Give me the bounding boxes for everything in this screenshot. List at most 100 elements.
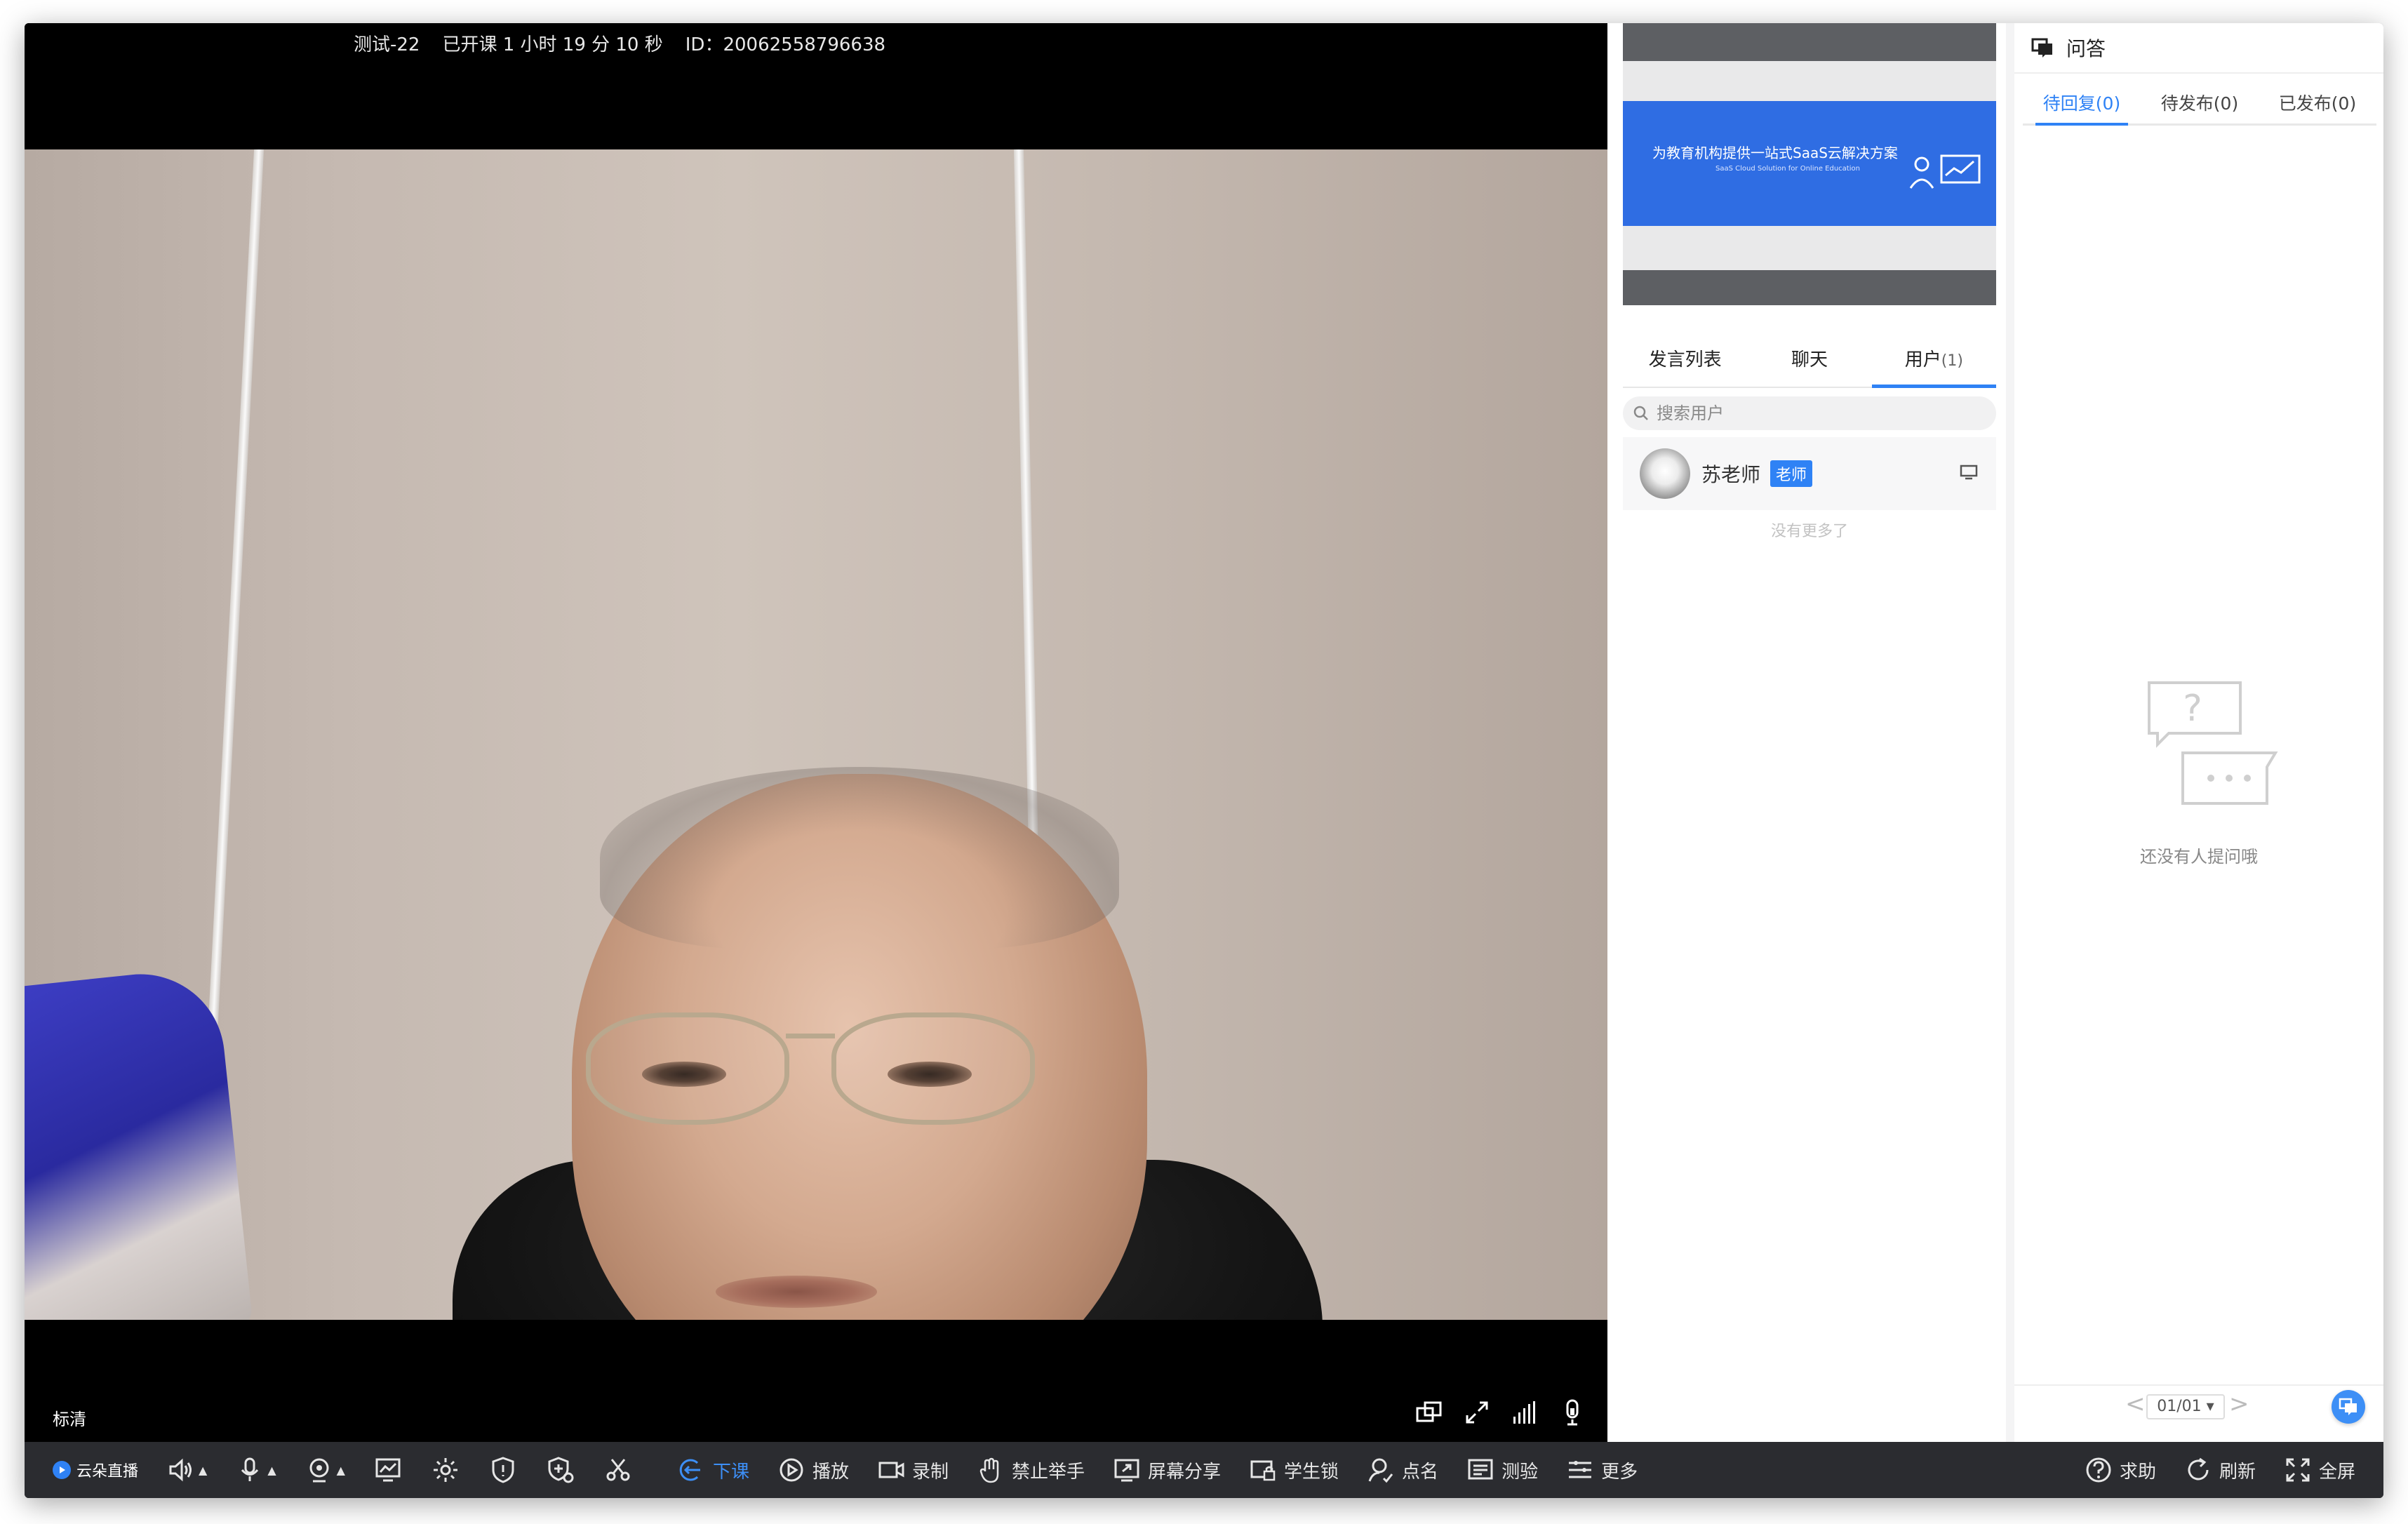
next-page-button[interactable]: > xyxy=(2229,1390,2249,1418)
courseware-thumbnail[interactable]: 为教育机构提供一站式SaaS云解决方案 SaaS Cloud Solution … xyxy=(1623,23,1996,305)
action-label: 刷新 xyxy=(2219,1461,2256,1483)
microphone-control[interactable]: ▲ xyxy=(235,1455,276,1485)
action-label: 录制 xyxy=(911,1461,949,1483)
qa-icon xyxy=(2031,38,2052,58)
thumbnail-band xyxy=(1623,23,1996,61)
user-row[interactable]: 苏老师 老师 xyxy=(1623,437,1996,510)
side-tabs: 发言列表 聊天 用户(1) xyxy=(1623,332,1997,388)
microphone-icon xyxy=(241,1457,259,1481)
screen-share-button[interactable]: 屏幕分享 xyxy=(1113,1456,1221,1484)
tab-speech-list[interactable]: 发言列表 xyxy=(1623,332,1747,387)
caret-up-icon[interactable]: ▲ xyxy=(267,1464,276,1477)
avatar xyxy=(1640,448,1690,499)
end-class-button[interactable]: 下课 xyxy=(678,1456,749,1484)
student-lock-button[interactable]: 学生锁 xyxy=(1249,1456,1339,1484)
prev-page-button[interactable]: < xyxy=(2125,1390,2146,1418)
tab-users[interactable]: 用户(1) xyxy=(1871,332,1997,388)
speaker-icon xyxy=(169,1458,192,1482)
record-icon xyxy=(878,1462,904,1478)
exit-class-icon xyxy=(679,1459,700,1481)
play-button[interactable]: 播放 xyxy=(777,1456,849,1484)
qa-title: 问答 xyxy=(2066,37,2106,60)
shield-icon xyxy=(492,1457,514,1483)
tab-published[interactable]: 已发布(0) xyxy=(2259,82,2376,123)
action-label: 屏幕分享 xyxy=(1148,1461,1222,1483)
security-button[interactable] xyxy=(488,1455,518,1485)
refresh-button[interactable]: 刷新 xyxy=(2184,1456,2256,1484)
shield-plus-icon xyxy=(548,1457,574,1483)
tab-pending-publish[interactable]: 待发布(0) xyxy=(2141,82,2259,123)
qa-header: 问答 xyxy=(2014,23,2383,74)
teacher-mouth xyxy=(716,1276,877,1308)
assistant-button[interactable] xyxy=(546,1455,575,1485)
camera-control[interactable]: ▲ xyxy=(305,1455,345,1485)
video-stage: 测试-22 已开课 1 小时 19 分 10 秒 ID：200625587966… xyxy=(25,23,1607,1442)
action-label: 播放 xyxy=(812,1461,849,1483)
gear-icon xyxy=(433,1458,457,1482)
stats-button[interactable] xyxy=(373,1455,403,1485)
settings-button[interactable] xyxy=(431,1455,460,1485)
speaker-volume-control[interactable]: ▲ xyxy=(166,1455,207,1485)
action-label: 求助 xyxy=(2119,1461,2156,1483)
refresh-icon xyxy=(2188,1457,2209,1480)
user-search xyxy=(1623,396,1996,430)
play-icon xyxy=(780,1458,803,1482)
list-end-text: 没有更多了 xyxy=(1770,523,1848,540)
clip-button[interactable] xyxy=(603,1455,633,1485)
action-label: 测验 xyxy=(1501,1461,1539,1483)
fullscreen-button[interactable]: 全屏 xyxy=(2284,1456,2355,1484)
student-lock-icon xyxy=(1250,1460,1276,1481)
brand-logo: 云朵直播 xyxy=(53,1459,138,1481)
disable-hand-raise-button[interactable]: 禁止举手 xyxy=(977,1456,1085,1484)
hand-icon xyxy=(979,1457,999,1483)
caret-up-icon[interactable]: ▲ xyxy=(199,1464,207,1477)
action-label: 全屏 xyxy=(2318,1461,2355,1483)
video-quality-button[interactable]: 标清 xyxy=(53,1405,86,1430)
action-label: 学生锁 xyxy=(1284,1461,1339,1483)
help-icon xyxy=(2086,1457,2111,1483)
switch-layout-icon[interactable] xyxy=(1415,1398,1443,1426)
glasses-bridge xyxy=(786,1034,835,1038)
elapsed-time: 已开课 1 小时 19 分 10 秒 xyxy=(442,34,663,55)
caret-up-icon[interactable]: ▲ xyxy=(337,1464,345,1477)
glasses-lens xyxy=(831,1012,1035,1125)
help-button[interactable]: 求助 xyxy=(2085,1456,2156,1484)
qa-panel-body: 问答 待回复(0) 待发布(0) 已发布(0) ? 还没有人提问哦 < 01/0… xyxy=(2014,23,2383,1442)
brand-name: 云朵直播 xyxy=(76,1463,139,1480)
user-search-input[interactable] xyxy=(1657,403,1965,423)
expand-icon[interactable] xyxy=(1463,1398,1491,1426)
record-button[interactable]: 录制 xyxy=(877,1456,949,1484)
action-label: 禁止举手 xyxy=(1012,1461,1085,1483)
qa-float-button[interactable] xyxy=(2332,1390,2365,1424)
side-panel: 为教育机构提供一站式SaaS云解决方案 SaaS Cloud Solution … xyxy=(1607,23,2006,1442)
more-button[interactable]: 更多 xyxy=(1566,1456,1638,1484)
empty-questions-text: 还没有人提问哦 xyxy=(2140,847,2258,867)
screen-share-icon xyxy=(1114,1459,1139,1482)
empty-questions-icon: ? xyxy=(2148,681,2278,805)
tab-pending-reply[interactable]: 待回复(0) xyxy=(2023,82,2141,126)
signal-icon xyxy=(1511,1398,1539,1426)
roll-call-button[interactable]: 点名 xyxy=(1367,1456,1438,1484)
role-badge: 老师 xyxy=(1770,460,1813,487)
courseware-slide: 为教育机构提供一站式SaaS云解决方案 SaaS Cloud Solution … xyxy=(1623,101,1996,226)
classroom-window: 测试-22 已开课 1 小时 19 分 10 秒 ID：200625587966… xyxy=(25,23,2383,1498)
tab-label: 发言列表 xyxy=(1648,349,1722,370)
play-circle-icon xyxy=(53,1461,71,1479)
page-select[interactable]: 01/01 ▾ xyxy=(2146,1394,2225,1419)
thumbnail-band xyxy=(1623,270,1996,305)
toolbar-right: 求助 刷新 全屏 xyxy=(2085,1442,2355,1498)
teacher-camera-feed xyxy=(25,149,1607,1320)
teacher-hair xyxy=(600,767,1119,949)
user-name: 苏老师 xyxy=(1701,463,1761,486)
slide-subtitle: SaaS Cloud Solution for Online Education xyxy=(1715,165,1860,173)
action-label: 点名 xyxy=(1402,1461,1439,1483)
fullscreen-icon xyxy=(2286,1458,2310,1482)
qa-pager: < 01/01 ▾ > xyxy=(2014,1384,2383,1426)
tab-label: 用户 xyxy=(1904,349,1941,370)
quiz-icon xyxy=(1468,1459,1493,1480)
mic-level-icon[interactable] xyxy=(1558,1398,1586,1426)
search-icon xyxy=(1633,406,1648,420)
quiz-button[interactable]: 测验 xyxy=(1466,1456,1538,1484)
tab-chat[interactable]: 聊天 xyxy=(1747,332,1871,387)
desktop-device-icon xyxy=(1960,464,1978,480)
